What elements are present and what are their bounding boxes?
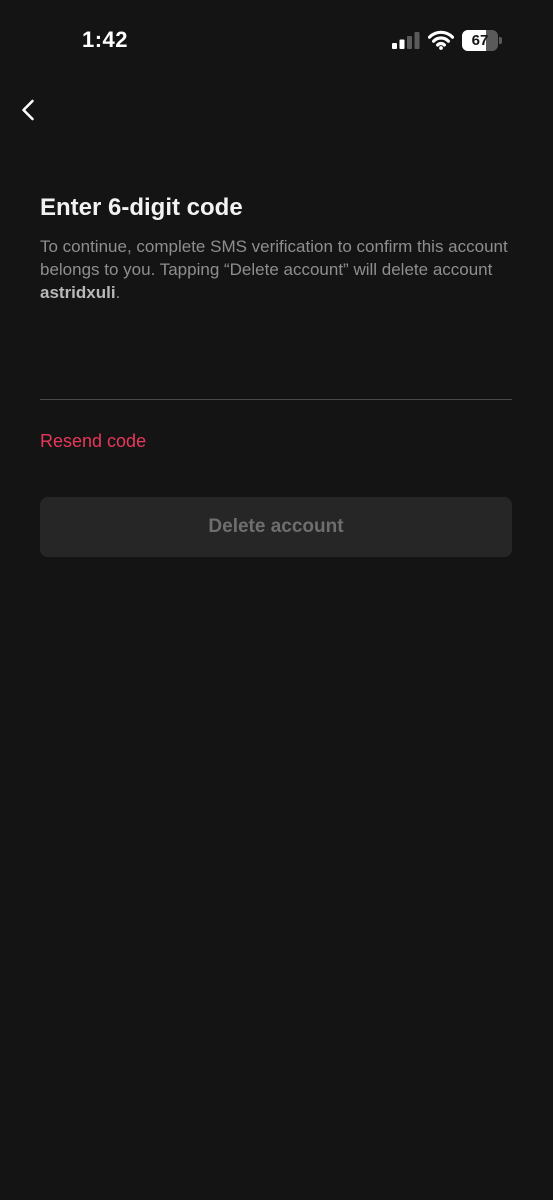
wifi-icon xyxy=(428,30,454,50)
battery-cap xyxy=(499,37,502,44)
battery-icon: 67 xyxy=(462,30,502,51)
account-username: astridxuli xyxy=(40,283,116,302)
battery-level: 67 xyxy=(471,32,489,49)
battery-body: 67 xyxy=(462,30,498,51)
chevron-left-icon xyxy=(22,99,34,121)
delete-account-button[interactable]: Delete account xyxy=(40,497,512,557)
back-button[interactable] xyxy=(10,90,50,130)
description-prefix: To continue, complete SMS verification t… xyxy=(40,237,508,279)
resend-code-link[interactable]: Resend code xyxy=(40,431,146,452)
signal-icon xyxy=(392,32,420,49)
description-suffix: . xyxy=(115,283,121,302)
status-bar: 1:42 67 xyxy=(0,0,553,80)
verification-code-input[interactable] xyxy=(40,345,512,400)
status-time: 1:42 xyxy=(82,27,129,52)
verification-description: To continue, complete SMS verification t… xyxy=(40,235,510,304)
page-title: Enter 6-digit code xyxy=(40,194,243,221)
